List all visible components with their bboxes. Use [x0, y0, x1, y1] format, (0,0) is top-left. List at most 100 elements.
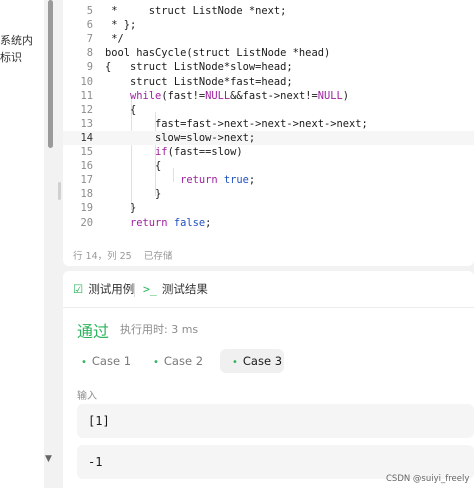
line-number: 20	[80, 216, 93, 229]
code-token: }	[105, 202, 137, 215]
case-tab-2[interactable]: • Case 2	[153, 349, 213, 373]
code-token: */	[105, 33, 124, 46]
line-number: 10	[80, 75, 93, 88]
code-token: ;	[248, 174, 256, 187]
code-token: NULL	[205, 89, 231, 102]
line-number: 13	[80, 117, 93, 130]
code-token: {	[105, 103, 137, 116]
code-line[interactable]: 6 * };	[63, 18, 474, 32]
tab-test-result-label: 测试结果	[161, 282, 208, 296]
code-line[interactable]: 11 while(fast!=NULL&&fast->next!=NULL)	[63, 89, 474, 103]
code-text: { struct ListNode*slow=head;	[105, 60, 293, 74]
code-text: {	[105, 159, 161, 173]
code-token: if	[155, 146, 168, 158]
code-line[interactable]: 8 bool hasCycle(struct ListNode *head)	[63, 46, 474, 60]
code-text: {	[105, 103, 136, 117]
line-number: 17	[80, 174, 93, 187]
line-number: 19	[80, 202, 93, 215]
case-tab-1[interactable]: • Case 1	[81, 349, 141, 373]
code-token: * };	[105, 19, 137, 32]
save-status: 已存储	[143, 251, 173, 262]
test-panel: ☑ 测试用例 >_ 测试结果 通过 执行用时: 3 ms • Case 1 • Case…	[63, 271, 474, 488]
code-line[interactable]: 10 struct ListNode*fast=head;	[63, 75, 474, 89]
code-token: return	[180, 174, 218, 187]
case-pass-dot-icon: •	[81, 357, 87, 368]
watermark: CSDN @suiyi_freely	[386, 474, 470, 484]
code-text: slow=slow->next;	[105, 131, 255, 145]
left-description-pane: 系统内 标识	[0, 0, 44, 488]
code-token: * struct ListNode *next;	[105, 5, 287, 17]
input-label: 输入	[77, 391, 97, 402]
tab-testcase[interactable]: ☑ 测试用例	[73, 281, 134, 297]
code-line[interactable]: 18 }	[63, 187, 474, 201]
case-tab-3[interactable]: • Case 3	[220, 349, 284, 373]
tab-testcase-label: 测试用例	[88, 282, 135, 296]
code-token: hasCycle	[136, 47, 187, 60]
code-editor[interactable]: 行 14，列 25 已存储 5 * struct ListNode *next;…	[63, 0, 474, 266]
code-token: true	[223, 174, 249, 187]
left-scrollbar-thumb[interactable]	[48, 0, 53, 148]
line-number: 11	[80, 89, 93, 102]
code-text: * struct ListNode *next;	[105, 4, 286, 18]
line-number: 14	[80, 131, 93, 144]
test-panel-tabs: ☑ 测试用例 >_ 测试结果	[63, 271, 474, 308]
code-text: while(fast!=NULL&&fast->next!=NULL)	[105, 89, 349, 103]
code-line[interactable]: 16 {	[63, 159, 474, 173]
code-token: (struct ListNode *head)	[186, 47, 331, 60]
line-number: 5	[86, 5, 93, 17]
case-pass-dot-icon: •	[153, 357, 159, 368]
code-text: return true;	[105, 173, 255, 187]
case-tab-label: Case 1	[91, 354, 132, 368]
code-line[interactable]: 14 slow=slow->next;	[63, 130, 474, 145]
code-text: if(fast==slow)	[105, 145, 243, 159]
code-token: {	[105, 160, 162, 173]
code-line[interactable]: 9 { struct ListNode*slow=head;	[63, 60, 474, 74]
line-number: 18	[80, 188, 93, 201]
code-token: slow=slow->next;	[105, 131, 256, 144]
code-line[interactable]: 5 * struct ListNode *next;	[63, 4, 474, 18]
code-line[interactable]: 7 */	[63, 32, 474, 46]
code-token: bool	[105, 47, 137, 60]
code-text: bool hasCycle(struct ListNode *head)	[105, 46, 330, 60]
code-token: { struct ListNode*slow=head;	[105, 61, 293, 74]
code-token: (fast!=	[161, 89, 206, 102]
code-token: NULL	[317, 89, 343, 102]
line-number: 8	[86, 47, 93, 60]
editor-status-bar: 行 14，列 25 已存储	[73, 248, 172, 262]
code-line[interactable]: 19 }	[63, 201, 474, 215]
case-tab-label: Case 2	[163, 354, 204, 368]
terminal-icon: >_	[143, 282, 157, 296]
code-token: )	[342, 89, 350, 102]
code-token: fast=fast->next->next->next->next;	[105, 117, 368, 130]
line-number: 7	[86, 33, 93, 46]
code-text: fast=fast->next->next->next->next;	[105, 117, 368, 131]
code-line[interactable]: 15 if(fast==slow)	[63, 145, 474, 159]
line-number: 16	[80, 160, 93, 173]
checkbox-icon: ☑	[73, 282, 84, 296]
pane-resize-handle[interactable]	[58, 182, 61, 200]
code-line[interactable]: 12 {	[63, 103, 474, 117]
line-number: 15	[80, 146, 93, 158]
code-text: */	[105, 32, 124, 46]
tab-test-result[interactable]: >_ 测试结果	[143, 281, 208, 297]
cursor-position: 行 14，列 25	[73, 251, 132, 262]
code-token: &&fast->next!=	[230, 89, 318, 102]
code-line[interactable]: 17 return true;	[63, 173, 474, 187]
case-pass-dot-icon: •	[232, 357, 238, 368]
left-pane-text-2: 标识	[0, 51, 22, 64]
code-token: false	[173, 216, 206, 229]
code-line[interactable]: 13 fast=fast->next->next->next->next;	[63, 117, 474, 131]
code-line[interactable]: 20 return false;	[63, 216, 474, 230]
left-pane-text-1: 系统内	[0, 34, 33, 47]
code-text: }	[105, 201, 136, 215]
line-number: 6	[86, 19, 93, 32]
line-number: 12	[80, 103, 93, 116]
code-token: (fast==slow)	[167, 146, 243, 158]
scroll-down-arrow-icon[interactable]: ▼	[45, 454, 52, 464]
runtime-text: 执行用时: 3 ms	[120, 323, 199, 336]
line-number: 9	[86, 61, 93, 74]
